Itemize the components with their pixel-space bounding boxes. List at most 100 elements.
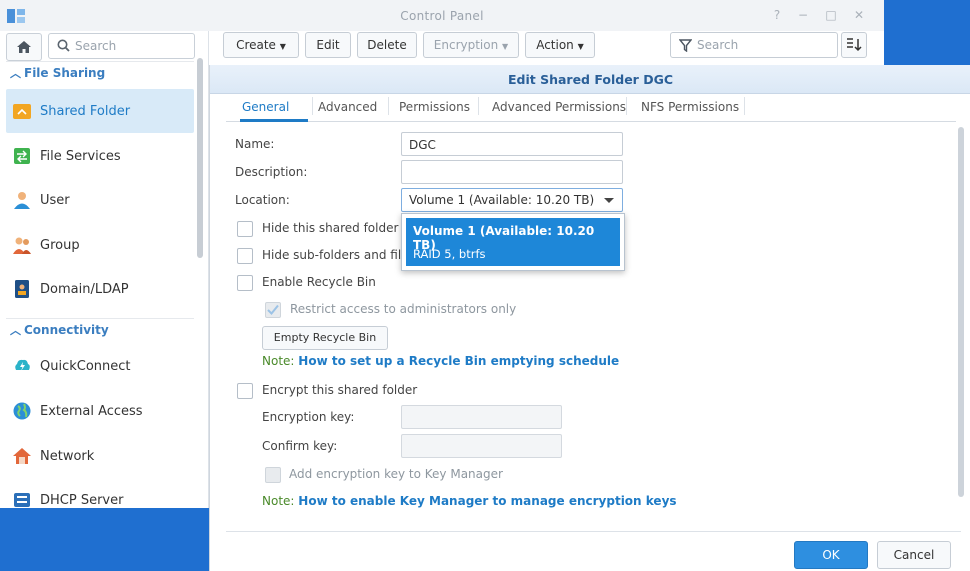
- encrypt-folder-label: Encrypt this shared folder: [262, 383, 418, 397]
- ok-button[interactable]: OK: [794, 541, 868, 569]
- tab-advanced-permissions[interactable]: Advanced Permissions: [492, 100, 626, 114]
- divider: [478, 97, 479, 115]
- recycle-bin-checkbox[interactable]: [237, 275, 253, 291]
- restrict-admin-label: Restrict access to administrators only: [290, 302, 517, 316]
- sidebar-item-shared-folder[interactable]: Shared Folder: [6, 89, 194, 133]
- help-button[interactable]: ?: [770, 8, 784, 22]
- user-icon: [14, 192, 30, 209]
- sidebar-item-label: File Services: [40, 149, 121, 164]
- sidebar-item-label: DHCP Server: [40, 493, 124, 508]
- sidebar-item-user[interactable]: User: [6, 178, 194, 222]
- close-button[interactable]: ✕: [852, 8, 866, 22]
- sidebar-item-dhcp-server[interactable]: DHCP Server: [6, 478, 194, 508]
- confirm-key-field[interactable]: [401, 434, 562, 458]
- tab-advanced[interactable]: Advanced: [318, 100, 377, 114]
- caret-down-icon: ▼: [577, 42, 584, 51]
- tab-general[interactable]: General: [242, 100, 289, 114]
- action-button[interactable]: Action ▼: [525, 32, 595, 58]
- caret-down-icon: ▼: [502, 42, 509, 51]
- encrypt-folder-checkbox[interactable]: [237, 383, 253, 399]
- description-label: Description:: [235, 165, 308, 179]
- desktop-background-right: [884, 0, 970, 65]
- home-icon: [17, 41, 31, 53]
- divider: [626, 97, 627, 115]
- sidebar-item-label: User: [40, 193, 70, 208]
- option-subtitle: RAID 5, btrfs: [413, 247, 486, 261]
- window-title: Control Panel: [400, 9, 484, 23]
- tab-nfs-permissions[interactable]: NFS Permissions: [641, 100, 739, 114]
- recycle-bin-note: Note: How to set up a Recycle Bin emptyi…: [262, 354, 620, 368]
- hide-subfolders-label: Hide sub-folders and files: [262, 248, 415, 262]
- search-icon: [57, 39, 70, 52]
- group-icon: [13, 237, 31, 254]
- toolbar-search-input[interactable]: Search: [670, 32, 838, 58]
- caret-down-icon: [604, 198, 614, 203]
- sidebar-item-label: QuickConnect: [40, 359, 131, 374]
- sidebar-item-label: Network: [40, 449, 95, 464]
- group-header-file-sharing[interactable]: ︿ File Sharing: [10, 65, 105, 85]
- name-label: Name:: [235, 137, 275, 151]
- name-field[interactable]: DGC: [401, 132, 623, 156]
- sort-icon: [847, 38, 862, 52]
- key-manager-note: Note: How to enable Key Manager to manag…: [262, 494, 677, 508]
- network-house-icon: [13, 448, 31, 464]
- globe-icon: [13, 402, 31, 420]
- minimize-button[interactable]: −: [796, 8, 810, 22]
- sidebar-item-group[interactable]: Group: [6, 223, 194, 267]
- hide-subfolders-checkbox[interactable]: [237, 248, 253, 264]
- divider: [226, 531, 961, 532]
- create-button[interactable]: Create ▼: [223, 32, 299, 58]
- empty-recycle-bin-button[interactable]: Empty Recycle Bin: [262, 326, 388, 350]
- delete-button[interactable]: Delete: [357, 32, 417, 58]
- location-option-volume1[interactable]: Volume 1 (Available: 10.20 TB) RAID 5, b…: [406, 218, 620, 266]
- sidebar-item-label: Group: [40, 238, 80, 253]
- sidebar-item-domain-ldap[interactable]: Domain/LDAP: [6, 267, 194, 311]
- encryption-key-label: Encryption key:: [262, 410, 355, 424]
- domain-ldap-icon: [15, 280, 29, 298]
- group-header-connectivity[interactable]: ︿ Connectivity: [10, 322, 109, 342]
- description-field[interactable]: [401, 160, 623, 184]
- sidebar-search-input[interactable]: Search: [48, 33, 195, 59]
- key-manager-link[interactable]: How to enable Key Manager to manage encr…: [298, 494, 676, 508]
- active-tab-indicator: [240, 119, 308, 122]
- encryption-key-field[interactable]: [401, 405, 562, 429]
- chevron-up-icon: ︿: [10, 324, 21, 337]
- desktop-background: [0, 508, 209, 571]
- sidebar-item-label: Shared Folder: [40, 104, 131, 119]
- divider: [388, 97, 389, 115]
- edit-shared-folder-dialog: Edit Shared Folder DGC General Advanced …: [209, 65, 970, 571]
- home-button[interactable]: [6, 33, 42, 61]
- restrict-admin-checkbox[interactable]: [265, 302, 281, 318]
- tab-permissions[interactable]: Permissions: [399, 100, 470, 114]
- sidebar-item-label: External Access: [40, 404, 143, 419]
- title-bar: Control Panel ? − □ ✕: [0, 0, 884, 32]
- location-dropdown-menu: Volume 1 (Available: 10.20 TB) RAID 5, b…: [401, 213, 625, 271]
- hide-folder-label: Hide this shared folder in: [262, 221, 414, 235]
- divider: [6, 318, 194, 319]
- divider: [744, 97, 745, 115]
- sidebar-item-external-access[interactable]: External Access: [6, 389, 194, 433]
- add-key-manager-checkbox[interactable]: [265, 467, 281, 483]
- maximize-button[interactable]: □: [824, 8, 838, 22]
- dialog-title: Edit Shared Folder DGC: [507, 72, 674, 87]
- sort-button[interactable]: [841, 32, 867, 58]
- quickconnect-icon: [15, 359, 30, 371]
- add-key-manager-label: Add encryption key to Key Manager: [289, 467, 503, 481]
- sidebar-item-network[interactable]: Network: [6, 434, 194, 478]
- recycle-bin-schedule-link[interactable]: How to set up a Recycle Bin emptying sch…: [298, 354, 619, 368]
- divider: [6, 61, 194, 62]
- hide-folder-checkbox[interactable]: [237, 221, 253, 237]
- sidebar: Search ︿ File Sharing Shared Folder File …: [0, 31, 209, 508]
- encryption-button[interactable]: Encryption ▼: [423, 32, 519, 58]
- location-select[interactable]: Volume 1 (Available: 10.20 TB): [401, 188, 623, 212]
- dhcp-server-icon: [14, 493, 30, 507]
- sidebar-item-file-services[interactable]: File Services: [6, 134, 194, 178]
- location-label: Location:: [235, 193, 290, 207]
- cancel-button[interactable]: Cancel: [877, 541, 951, 569]
- dialog-scrollbar[interactable]: [958, 127, 964, 497]
- sidebar-item-label: Domain/LDAP: [40, 282, 129, 297]
- sidebar-scrollbar[interactable]: [197, 58, 203, 258]
- toolbar: Create ▼ Edit Delete Encryption ▼ Action…: [209, 31, 884, 64]
- sidebar-item-quickconnect[interactable]: QuickConnect: [6, 344, 194, 388]
- edit-button[interactable]: Edit: [305, 32, 351, 58]
